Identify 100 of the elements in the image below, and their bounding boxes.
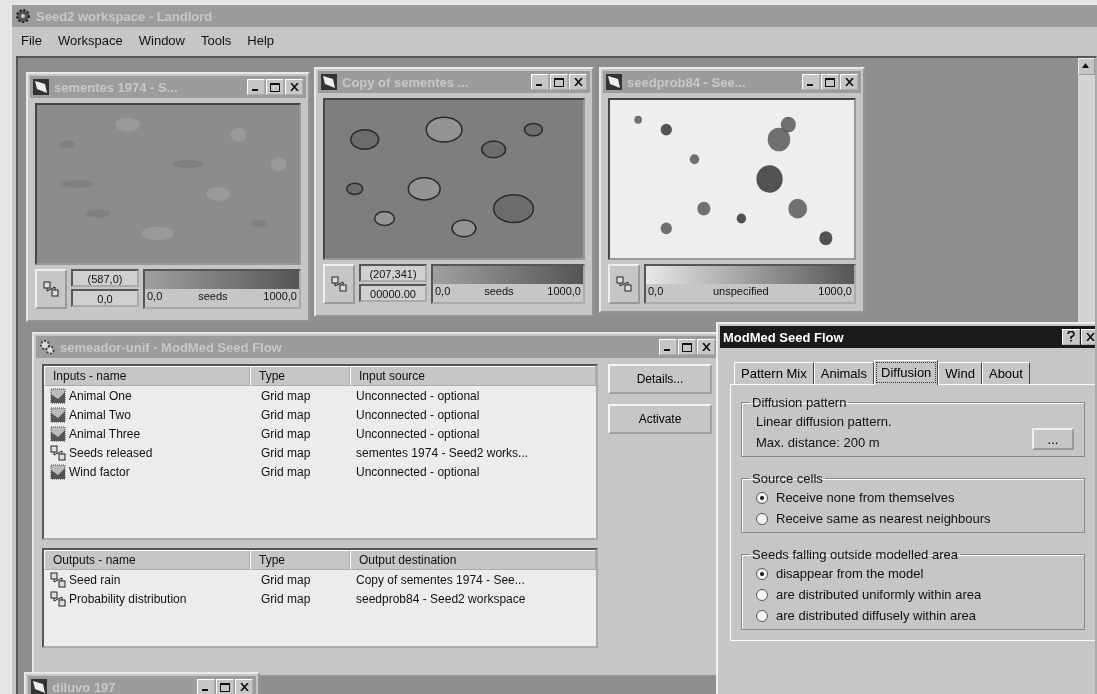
table-cell: Animal One <box>69 388 132 403</box>
legend-min: 0,0 <box>435 285 451 297</box>
table-cell: seedprob84 - Seed2 workspace <box>356 591 526 606</box>
radio-button[interactable] <box>756 512 768 525</box>
document-icon <box>321 74 337 90</box>
map-tile-icon <box>50 463 66 480</box>
coordinates-field: (587,0) <box>71 269 139 287</box>
maximize-icon <box>682 342 692 352</box>
close-button[interactable] <box>1081 329 1095 345</box>
table-cell: Grid map <box>261 445 311 460</box>
map-tile-icon <box>50 406 66 423</box>
document-icon <box>33 79 49 95</box>
option-label[interactable]: are distributed uniformly within area <box>776 587 982 602</box>
tab[interactable]: Wind <box>938 362 982 384</box>
radio-button[interactable] <box>756 588 768 601</box>
menu-item[interactable]: Tools <box>200 33 233 48</box>
legend-max: 1000,0 <box>263 290 297 302</box>
maximize-icon <box>270 82 280 92</box>
map-tile-icon <box>50 387 66 404</box>
table-cell: Unconnected - optional <box>356 407 480 422</box>
help-button[interactable] <box>1062 329 1080 345</box>
table-cell: Animal Two <box>69 407 131 422</box>
tab[interactable]: Pattern Mix <box>734 362 814 384</box>
option-label[interactable]: disappear from the model <box>776 566 924 581</box>
table-cell: sementes 1974 - Seed2 works... <box>356 445 529 460</box>
maximize-icon <box>554 77 564 87</box>
description-text: Linear diffusion pattern. <box>756 414 892 429</box>
linked-squares-icon <box>43 281 59 297</box>
menu-item[interactable]: Workspace <box>56 33 124 48</box>
help-icon <box>1067 330 1075 342</box>
maximize-icon <box>825 77 835 87</box>
table-cell: Grid map <box>261 464 311 479</box>
table-cell: Grid map <box>261 426 311 441</box>
tab[interactable]: About <box>981 362 1030 384</box>
column-header[interactable]: Output destination <box>350 550 596 570</box>
column-header[interactable]: Type <box>250 366 350 386</box>
option-label[interactable]: are distributed diffusely within area <box>776 608 976 623</box>
gear-icon <box>39 339 55 355</box>
value-field: 00000.00 <box>359 284 427 302</box>
coordinates-field: (207,341) <box>359 264 427 282</box>
linked-squares-icon <box>50 590 66 607</box>
maximize-icon <box>220 682 230 692</box>
table-cell: Unconnected - optional <box>356 426 480 441</box>
table-cell: Grid map <box>261 407 311 422</box>
document-icon <box>31 679 47 694</box>
radio-button[interactable] <box>756 609 768 622</box>
dialog-title: ModMed Seed Flow <box>723 329 845 345</box>
table-cell: Grid map <box>261 591 311 606</box>
group-label: Source cells <box>751 471 824 486</box>
group-label: Diffusion pattern <box>751 395 848 410</box>
push-button[interactable]: Activate <box>608 404 712 434</box>
legend-max: 1000,0 <box>818 285 852 297</box>
table-cell: Seeds released <box>69 445 153 460</box>
legend-max: 1000,0 <box>547 285 581 297</box>
linked-squares-icon <box>50 444 66 461</box>
table-cell: Wind factor <box>69 464 130 479</box>
linked-squares-icon <box>616 276 632 292</box>
close-icon <box>239 683 249 691</box>
document-icon <box>606 74 622 90</box>
gear-icon <box>15 8 31 24</box>
tab[interactable]: Animals <box>813 362 874 384</box>
map-tile-icon <box>50 425 66 442</box>
value-field: 0,0 <box>71 289 139 307</box>
group-label: Seeds falling outside modelled area <box>751 547 959 562</box>
column-header[interactable]: Type <box>250 550 350 570</box>
close-icon <box>701 343 711 351</box>
close-icon <box>289 83 299 91</box>
menu-item[interactable]: Window <box>137 33 186 48</box>
table-cell: Probability distribution <box>69 591 187 606</box>
option-label[interactable]: Receive none from themselves <box>776 490 955 505</box>
column-header[interactable]: Inputs - name <box>44 366 250 386</box>
link-button[interactable] <box>35 269 67 309</box>
link-button[interactable] <box>323 264 355 304</box>
radio-button[interactable] <box>756 567 768 580</box>
table-cell: Grid map <box>261 572 311 587</box>
legend-unit: unspecified <box>713 285 769 297</box>
close-icon <box>573 78 583 86</box>
legend-unit: seeds <box>198 290 228 302</box>
tab[interactable]: Diffusion <box>874 360 939 385</box>
table-cell: Animal Three <box>69 426 141 441</box>
column-header[interactable]: Outputs - name <box>44 550 250 570</box>
option-label[interactable]: Receive same as nearest neighbours <box>776 511 991 526</box>
menu-item[interactable]: Help <box>246 33 276 48</box>
link-button[interactable] <box>608 264 640 304</box>
linked-squares-icon <box>50 571 66 588</box>
table-cell: Unconnected - optional <box>356 388 480 403</box>
close-icon <box>1085 333 1095 341</box>
linked-squares-icon <box>331 276 347 292</box>
description-text: Max. distance: 200 m <box>756 435 881 450</box>
push-button[interactable]: Details... <box>608 364 712 394</box>
table-cell: Seed rain <box>69 572 121 587</box>
radio-button[interactable] <box>756 491 768 504</box>
browse-button[interactable]: ... <box>1032 428 1074 450</box>
menu-item[interactable]: File <box>20 33 43 48</box>
table-cell: Unconnected - optional <box>356 464 480 479</box>
column-header[interactable]: Input source <box>350 366 596 386</box>
table-cell: Grid map <box>261 388 311 403</box>
table-cell: Copy of sementes 1974 - See... <box>356 572 525 587</box>
legend-unit: seeds <box>484 285 514 297</box>
close-icon <box>844 78 854 86</box>
